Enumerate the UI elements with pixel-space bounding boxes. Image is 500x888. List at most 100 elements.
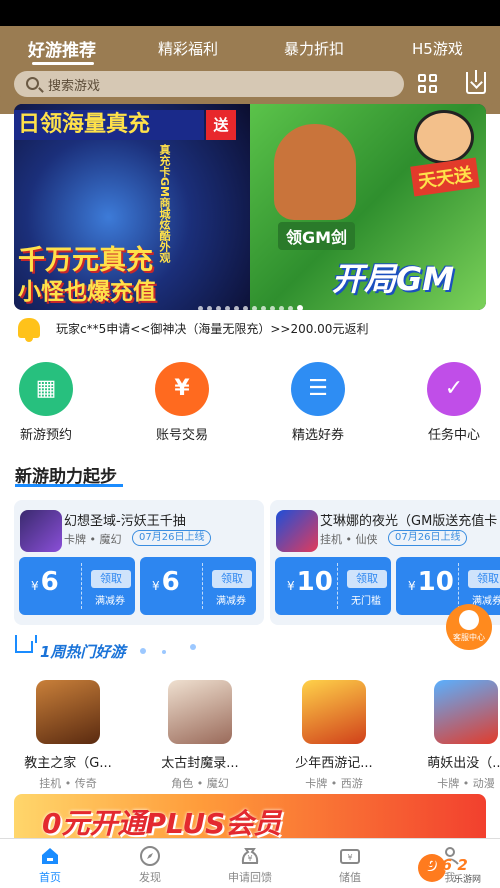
coupon-divider bbox=[81, 563, 82, 609]
hot-games-list: 教主之家（G... 挂机 • 传奇 太古封魔录... 角色 • 魔幻 少年西游记… bbox=[0, 676, 500, 790]
search-placeholder: 搜索游戏 bbox=[48, 79, 101, 94]
decor-dot bbox=[140, 648, 146, 654]
banner-character-2 bbox=[414, 110, 474, 164]
carousel-dot[interactable] bbox=[224, 306, 230, 310]
claim-button[interactable]: 领取 bbox=[212, 570, 252, 588]
money-bag-icon: ¥ bbox=[239, 845, 261, 867]
coupon-type: 满减券 bbox=[216, 596, 246, 607]
tab-label: 发现 bbox=[139, 871, 161, 884]
carousel-dot[interactable] bbox=[197, 306, 203, 310]
customer-service-button[interactable]: 客服中心 bbox=[446, 604, 492, 650]
coupon[interactable]: ¥10 领取 无门槛 bbox=[275, 557, 391, 615]
tab-recharge[interactable]: ¥ 储值 bbox=[300, 839, 400, 888]
coupon-divider bbox=[202, 563, 203, 609]
hot-game-item[interactable]: 太古封魔录... 角色 • 魔幻 bbox=[140, 676, 260, 791]
hot-game-item[interactable]: 少年西游记... 卡牌 • 西游 bbox=[274, 676, 394, 791]
coupon-amount: ¥10 bbox=[287, 567, 333, 597]
banner-gm-label: 领GM剑 bbox=[278, 222, 356, 250]
game-icon bbox=[36, 680, 100, 744]
download-icon[interactable] bbox=[466, 70, 486, 94]
ticket-icon: ☰ bbox=[291, 362, 345, 416]
search-input[interactable]: 搜索游戏 bbox=[14, 71, 404, 97]
tab-label: 申请回馈 bbox=[228, 871, 272, 884]
game-icon bbox=[302, 680, 366, 744]
carousel-dot[interactable] bbox=[269, 306, 275, 310]
search-icon bbox=[26, 77, 39, 90]
active-tab-indicator bbox=[32, 62, 94, 65]
promo-text: 0元开通PLUS会员 bbox=[42, 807, 282, 840]
status-bar bbox=[0, 0, 500, 26]
coupon[interactable]: ¥10 领取 满减券 bbox=[396, 557, 500, 615]
promo-carousel[interactable]: 日领海量真充 送 真充卡GM商城炫酷外观 千万元真充 小怪也爆充值 领GM剑 天… bbox=[14, 104, 486, 310]
banner-badge: 送 bbox=[206, 110, 236, 140]
tab-h5-games[interactable]: H5游戏 bbox=[412, 38, 463, 59]
home-icon bbox=[39, 845, 61, 867]
crown-icon bbox=[15, 635, 37, 653]
quick-entries: ▦ 新游预约 ¥ 账号交易 ☰ 精选好券 ✓ 任务中心 bbox=[0, 362, 500, 446]
claim-button[interactable]: 领取 bbox=[347, 570, 387, 588]
carousel-dot[interactable] bbox=[215, 306, 221, 310]
plus-member-banner[interactable]: 0元开通PLUS会员 bbox=[14, 794, 486, 844]
headset-icon bbox=[459, 610, 479, 630]
calendar-icon: ▦ bbox=[19, 362, 73, 416]
game-name: 少年西游记... bbox=[295, 756, 373, 771]
launch-date-badge: 07月26日上线 bbox=[132, 530, 212, 546]
tab-label: 储值 bbox=[339, 871, 361, 884]
quick-entry-reserve[interactable]: ▦ 新游预约 bbox=[0, 362, 96, 443]
tab-home[interactable]: 首页 bbox=[0, 839, 100, 888]
notice-text: 玩家c**5申请<<御神决（海量无限充）>>200.00元返利 bbox=[56, 322, 369, 336]
hot-game-item[interactable]: 教主之家（G... 挂机 • 传奇 bbox=[8, 676, 128, 791]
game-icon bbox=[168, 680, 232, 744]
quick-entry-tasks[interactable]: ✓ 任务中心 bbox=[404, 362, 500, 443]
tab-discount[interactable]: 暴力折扣 bbox=[284, 38, 344, 59]
coupon[interactable]: ¥6 领取 满减券 bbox=[19, 557, 135, 615]
carousel-dot[interactable] bbox=[260, 306, 266, 310]
coupon-type: 满减券 bbox=[95, 596, 125, 607]
carousel-dot[interactable] bbox=[251, 306, 257, 310]
game-name: 萌妖出没（... bbox=[427, 756, 500, 771]
decor-dot bbox=[190, 644, 196, 650]
claim-button[interactable]: 领取 bbox=[91, 570, 131, 588]
carousel-dot[interactable] bbox=[287, 306, 293, 310]
game-tags: 卡牌 • 动漫 bbox=[437, 777, 495, 790]
game-icon bbox=[276, 510, 318, 552]
ticket-icon: ¥ bbox=[339, 845, 361, 867]
coupon-type: 无门槛 bbox=[351, 596, 381, 607]
quick-entry-account-trade[interactable]: ¥ 账号交易 bbox=[132, 362, 232, 443]
compass-icon bbox=[139, 845, 161, 867]
game-name: 太古封魔录... bbox=[161, 756, 239, 771]
tab-discover[interactable]: 发现 bbox=[100, 839, 200, 888]
carousel-dot[interactable] bbox=[242, 306, 248, 310]
notice-bar[interactable]: 玩家c**5申请<<御神决（海量无限充）>>200.00元返利 bbox=[14, 314, 500, 344]
watermark-subtext: 乐游网 bbox=[454, 875, 482, 885]
quick-entry-coupons[interactable]: ☰ 精选好券 bbox=[268, 362, 368, 443]
claim-button[interactable]: 领取 bbox=[468, 570, 500, 588]
game-tags: 角色 • 魔幻 bbox=[171, 777, 229, 790]
coupon[interactable]: ¥6 领取 满减券 bbox=[140, 557, 256, 615]
tab-recommended[interactable]: 好游推荐 bbox=[28, 36, 96, 61]
carousel-dots bbox=[14, 296, 486, 310]
coupon-amount: ¥10 bbox=[408, 567, 454, 597]
new-game-card[interactable]: 幻想圣域-污妖王千抽 卡牌 • 魔幻 07月26日上线 ¥6 领取 满减券 ¥6… bbox=[14, 500, 264, 625]
game-tags: 挂机 • 仙侠 bbox=[320, 533, 378, 546]
carousel-dot[interactable] bbox=[206, 306, 212, 310]
game-tags: 挂机 • 传奇 bbox=[39, 777, 97, 790]
section-underline bbox=[15, 484, 123, 487]
carousel-dot[interactable] bbox=[296, 305, 303, 310]
banner-headline: 日领海量真充 bbox=[14, 110, 204, 140]
game-name: 艾琳娜的夜光（GM版送充值卡 bbox=[320, 514, 498, 529]
game-name: 幻想圣域-污妖王千抽 bbox=[64, 514, 186, 529]
coupon-divider bbox=[458, 563, 459, 609]
hot-game-item[interactable]: 萌妖出没（... 卡牌 • 动漫 bbox=[406, 676, 500, 791]
coupon-amount: ¥6 bbox=[31, 567, 59, 597]
tab-welfare[interactable]: 精彩福利 bbox=[158, 38, 218, 59]
tab-rebate[interactable]: ¥ 申请回馈 bbox=[200, 839, 300, 888]
bell-icon bbox=[18, 318, 40, 342]
grid-icon[interactable] bbox=[418, 74, 438, 94]
service-label: 客服中心 bbox=[453, 633, 485, 642]
quick-entry-label: 新游预约 bbox=[19, 428, 72, 443]
tab-label: 首页 bbox=[39, 871, 61, 884]
carousel-dot[interactable] bbox=[278, 306, 284, 310]
carousel-dot[interactable] bbox=[233, 306, 239, 310]
coupon-amount: ¥6 bbox=[152, 567, 180, 597]
